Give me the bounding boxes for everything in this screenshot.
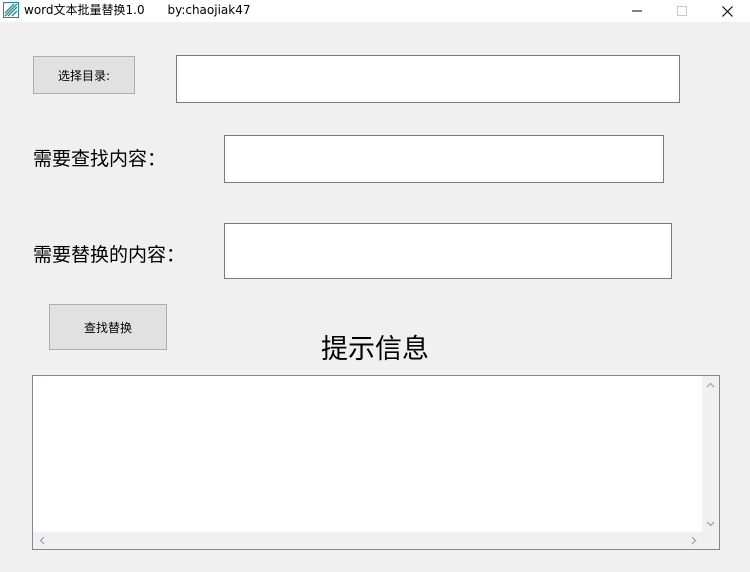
replace-input[interactable] bbox=[224, 223, 672, 279]
select-directory-button[interactable]: 选择目录: bbox=[33, 56, 135, 94]
replace-label: 需要替换的内容： bbox=[33, 244, 186, 266]
close-icon bbox=[721, 5, 733, 17]
window-title: word文本批量替换1.0 by:chaojiak47 bbox=[24, 3, 251, 17]
minimize-icon bbox=[632, 6, 642, 16]
vertical-scrollbar[interactable] bbox=[702, 376, 719, 532]
title-bar[interactable]: word文本批量替换1.0 by:chaojiak47 bbox=[0, 0, 750, 22]
message-content bbox=[33, 376, 701, 532]
minimize-button[interactable] bbox=[614, 0, 660, 22]
app-window: word文本批量替换1.0 by:chaojiak47 选择目录: 需要查找内容… bbox=[0, 0, 750, 572]
scroll-up-icon[interactable] bbox=[702, 376, 719, 393]
select-directory-label: 选择目录: bbox=[57, 68, 111, 83]
scroll-corner bbox=[702, 532, 719, 549]
scroll-right-icon[interactable] bbox=[685, 532, 702, 549]
message-textarea[interactable] bbox=[32, 375, 720, 550]
scroll-left-icon[interactable] bbox=[33, 532, 50, 549]
app-icon bbox=[3, 2, 19, 18]
messages-title: 提示信息 bbox=[321, 334, 429, 365]
find-replace-label: 查找替换 bbox=[83, 320, 132, 335]
maximize-button[interactable] bbox=[659, 0, 705, 22]
find-replace-button[interactable]: 查找替换 bbox=[49, 304, 167, 350]
find-label: 需要查找内容： bbox=[33, 148, 167, 170]
maximize-icon bbox=[677, 6, 687, 16]
directory-path-input[interactable] bbox=[176, 55, 680, 103]
find-input[interactable] bbox=[224, 135, 664, 183]
scroll-down-icon[interactable] bbox=[702, 515, 719, 532]
horizontal-scrollbar[interactable] bbox=[33, 532, 702, 549]
close-button[interactable] bbox=[704, 0, 750, 22]
